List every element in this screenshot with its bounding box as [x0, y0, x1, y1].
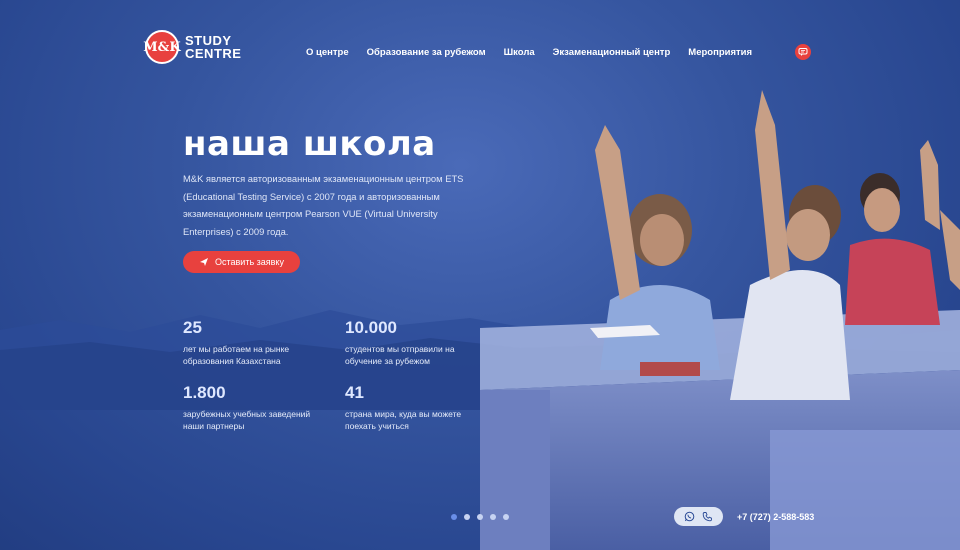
- stat-value: 25: [183, 318, 202, 337]
- nav-item-education-abroad[interactable]: Образование за рубежом: [367, 47, 486, 58]
- slider-dot[interactable]: [503, 514, 509, 520]
- slider-dot[interactable]: [451, 514, 457, 520]
- stat-value: 1.800: [183, 383, 226, 402]
- contact-pill: [674, 507, 723, 526]
- logo-mark: M&K: [143, 30, 181, 64]
- stat-label: страна мира, куда вы можете поехать учит…: [345, 409, 462, 431]
- chat-icon: [798, 48, 808, 56]
- stat-label: лет мы работаем на рынке образования Каз…: [183, 344, 290, 366]
- slider-dot[interactable]: [477, 514, 483, 520]
- phone-icon[interactable]: [702, 511, 713, 522]
- slider-dot[interactable]: [464, 514, 470, 520]
- submit-request-label: Оставить заявку: [215, 257, 284, 267]
- chat-button[interactable]: [795, 44, 811, 60]
- logo[interactable]: M&K STUDY CENTRE: [143, 30, 241, 64]
- students-photo: [480, 90, 960, 550]
- stat-value: 10.000: [345, 318, 397, 337]
- nav-item-school[interactable]: Школа: [504, 47, 535, 58]
- page-title: наша школа: [183, 124, 436, 164]
- stat-label: студентов мы отправили на обучение за ру…: [345, 344, 455, 366]
- slider-pagination: [451, 514, 509, 520]
- stat-label: зарубежных учебных заведений наши партне…: [183, 409, 311, 431]
- stat-students: 10.000 студентов мы отправили на обучени…: [345, 318, 475, 367]
- logo-mark-text: M&K: [143, 39, 181, 55]
- slider-dot[interactable]: [490, 514, 496, 520]
- stat-partners: 1.800 зарубежных учебных заведений наши …: [183, 383, 313, 432]
- send-icon: [200, 258, 208, 266]
- stat-countries: 41 страна мира, куда вы можете поехать у…: [345, 383, 475, 432]
- whatsapp-icon[interactable]: [684, 511, 695, 522]
- logo-text: STUDY CENTRE: [185, 34, 241, 60]
- stat-value: 41: [345, 383, 364, 402]
- hero-description: M&K является авторизованным экзаменацион…: [183, 173, 464, 237]
- main-nav: О центре Образование за рубежом Школа Эк…: [306, 47, 752, 58]
- logo-line2: CENTRE: [185, 46, 242, 61]
- phone-number[interactable]: +7 (727) 2-588-583: [737, 512, 814, 522]
- submit-request-button[interactable]: Оставить заявку: [183, 251, 300, 273]
- nav-item-exam-center[interactable]: Экзаменационный центр: [553, 47, 671, 58]
- hero-section: M&K STUDY CENTRE О центре Образование за…: [0, 0, 960, 550]
- nav-item-about[interactable]: О центре: [306, 47, 349, 58]
- stat-years: 25 лет мы работаем на рынке образования …: [183, 318, 313, 367]
- nav-item-events[interactable]: Мероприятия: [688, 47, 752, 58]
